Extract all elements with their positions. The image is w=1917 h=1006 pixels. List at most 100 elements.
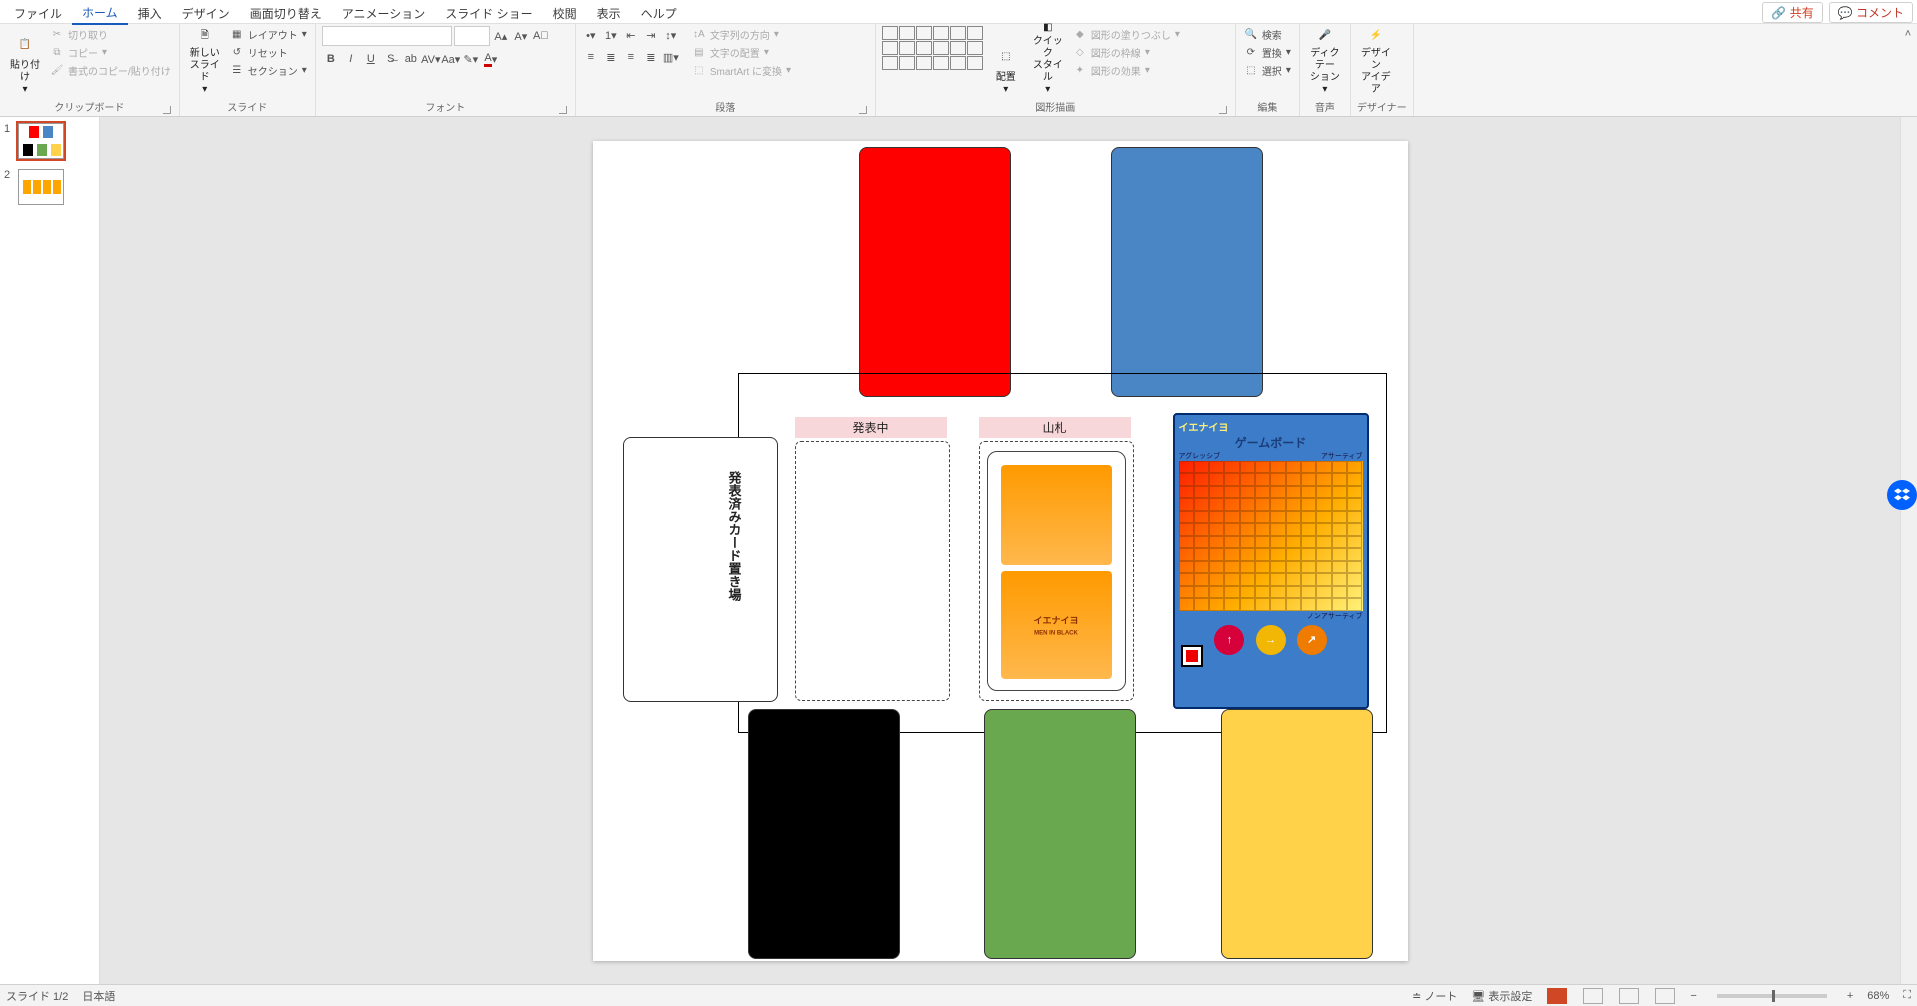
collapse-ribbon-button[interactable]: ˄ <box>1905 28 1911 40</box>
thumbnail-pane[interactable]: 1 2 <box>0 117 100 984</box>
shape-gallery[interactable] <box>882 26 983 70</box>
select-icon: ⬚ <box>1244 64 1258 78</box>
group-clipboard: 📋 貼り付け ▾ ✂切り取り ⧉コピー ▾ 🖌書式のコピー/貼り付け クリップボ… <box>0 24 180 116</box>
tab-insert[interactable]: 挿入 <box>128 2 172 24</box>
reset-button[interactable]: ↺リセット <box>228 44 309 61</box>
text-direction-button[interactable]: ↕A文字列の方向 ▾ <box>690 26 793 43</box>
tab-review[interactable]: 校閲 <box>543 2 587 24</box>
fit-button[interactable]: ⛶ <box>1903 989 1911 1002</box>
new-slide-label: 新しい スライド <box>186 48 224 84</box>
game-board[interactable]: イエナイヨ ゲームボード アグレッシブアサーティブ <box>1173 413 1369 709</box>
new-slide-button[interactable]: 🗎 新しい スライド ▾ <box>186 26 224 96</box>
justify-button[interactable]: ≣ <box>642 48 660 66</box>
vertical-scrollbar[interactable] <box>1900 117 1917 984</box>
view-reading-button[interactable] <box>1619 988 1639 1004</box>
design-ideas-button[interactable]: ⚡デザイン アイデア <box>1357 26 1395 96</box>
board-btn-diag[interactable]: ↗ <box>1297 625 1327 655</box>
tab-help[interactable]: ヘルプ <box>631 2 687 24</box>
view-slideshow-button[interactable] <box>1655 988 1675 1004</box>
copy-button[interactable]: ⧉コピー ▾ <box>48 44 173 61</box>
dictate-button[interactable]: 🎤ディクテー ション ▾ <box>1306 26 1344 96</box>
italic-button[interactable]: I <box>342 50 360 68</box>
cut-button[interactable]: ✂切り取り <box>48 26 173 43</box>
player-card-red[interactable] <box>859 147 1011 397</box>
paste-button[interactable]: 📋 貼り付け ▾ <box>6 26 44 96</box>
board-btn-right[interactable]: → <box>1256 625 1286 655</box>
player-card-black[interactable] <box>748 709 900 959</box>
group-editing: 🔍検索 ⟳置換 ▾ ⬚選択 ▾ 編集 <box>1236 24 1300 116</box>
notes-button[interactable]: ≐ ノート <box>1412 988 1457 1004</box>
discard-zone[interactable] <box>623 437 778 702</box>
clear-format-button[interactable]: A⃠ <box>532 27 550 45</box>
align-right-button[interactable]: ≡ <box>622 48 640 66</box>
underline-button[interactable]: U <box>362 50 380 68</box>
shape-fill-button[interactable]: ◆図形の塗りつぶし ▾ <box>1071 26 1182 43</box>
shape-outline-button[interactable]: ◇図形の枠線 ▾ <box>1071 44 1182 61</box>
zoom-level[interactable]: 68% <box>1867 990 1889 1002</box>
thumbnail-1[interactable]: 1 <box>4 123 95 159</box>
zoom-in-button[interactable]: + <box>1847 990 1853 1002</box>
font-name-input[interactable] <box>322 26 452 46</box>
shape-effects-button[interactable]: ✦図形の効果 ▾ <box>1071 62 1182 79</box>
outdent-button[interactable]: ⇤ <box>622 26 640 44</box>
board-btn-up[interactable]: ↑ <box>1214 625 1244 655</box>
deck-card-top[interactable] <box>1001 465 1112 565</box>
increase-font-button[interactable]: A▴ <box>492 27 510 45</box>
decrease-font-button[interactable]: A▾ <box>512 27 530 45</box>
bold-button[interactable]: B <box>322 50 340 68</box>
columns-button[interactable]: ▥▾ <box>662 48 680 66</box>
replace-button[interactable]: ⟳置換 ▾ <box>1242 44 1293 61</box>
player-card-blue[interactable] <box>1111 147 1263 397</box>
text-align-button[interactable]: ▤文字の配置 ▾ <box>690 44 793 61</box>
share-button[interactable]: 🔗 共有 <box>1762 2 1822 23</box>
slide-canvas[interactable]: 発表済みカード置き場 発表中 山札 イエナイヨMEN IN BLACK イエナイ… <box>593 141 1408 961</box>
present-zone[interactable] <box>795 441 950 701</box>
highlight-button[interactable]: ✎▾ <box>462 50 480 68</box>
case-button[interactable]: Aa▾ <box>442 50 460 68</box>
align-center-button[interactable]: ≣ <box>602 48 620 66</box>
clipboard-launcher[interactable] <box>163 106 171 114</box>
thumbnail-2[interactable]: 2 <box>4 169 95 205</box>
select-button[interactable]: ⬚選択 ▾ <box>1242 62 1293 79</box>
line-spacing-button[interactable]: ↕▾ <box>662 26 680 44</box>
layout-button[interactable]: ▦レイアウト ▾ <box>228 26 309 43</box>
player-card-yellow[interactable] <box>1221 709 1373 959</box>
tab-slideshow[interactable]: スライド ショー <box>435 2 542 24</box>
numbering-button[interactable]: 1▾ <box>602 26 620 44</box>
indent-button[interactable]: ⇥ <box>642 26 660 44</box>
font-launcher[interactable] <box>559 106 567 114</box>
view-sorter-button[interactable] <box>1583 988 1603 1004</box>
zoom-out-button[interactable]: − <box>1690 990 1696 1002</box>
shadow-button[interactable]: ab <box>402 50 420 68</box>
tab-design[interactable]: デザイン <box>172 2 240 24</box>
bullets-button[interactable]: •▾ <box>582 26 600 44</box>
smartart-button[interactable]: ⬚SmartArt に変換 ▾ <box>690 62 793 79</box>
quick-styles-button[interactable]: ◧クイック スタイル ▾ <box>1029 26 1067 96</box>
display-settings-button[interactable]: 🖥 表示設定 <box>1471 988 1532 1004</box>
deck-card-bottom[interactable]: イエナイヨMEN IN BLACK <box>1001 571 1112 679</box>
strike-button[interactable]: S̶ <box>382 50 400 68</box>
section-button[interactable]: ☰セクション ▾ <box>228 62 309 79</box>
tab-view[interactable]: 表示 <box>587 2 631 24</box>
font-color-button[interactable]: A▾ <box>482 50 500 68</box>
tab-transitions[interactable]: 画面切り替え <box>240 2 332 24</box>
tab-animations[interactable]: アニメーション <box>332 2 436 24</box>
view-normal-button[interactable] <box>1547 988 1567 1004</box>
zoom-slider[interactable] <box>1717 994 1827 998</box>
format-painter-button[interactable]: 🖌書式のコピー/貼り付け <box>48 62 173 79</box>
find-button[interactable]: 🔍検索 <box>1242 26 1293 43</box>
char-space-button[interactable]: AV▾ <box>422 50 440 68</box>
slide-indicator[interactable]: スライド 1/2 <box>6 988 68 1004</box>
dropbox-badge[interactable] <box>1887 480 1917 510</box>
player-card-green[interactable] <box>984 709 1136 959</box>
drawing-launcher[interactable] <box>1219 106 1227 114</box>
tab-file[interactable]: ファイル <box>4 2 72 24</box>
comment-button[interactable]: 💬 コメント <box>1829 2 1913 23</box>
paragraph-launcher[interactable] <box>859 106 867 114</box>
align-left-button[interactable]: ≡ <box>582 48 600 66</box>
font-size-input[interactable] <box>454 26 490 46</box>
arrange-button[interactable]: ⬚配置 ▾ <box>987 26 1025 96</box>
slide-area[interactable]: 発表済みカード置き場 発表中 山札 イエナイヨMEN IN BLACK イエナイ… <box>100 117 1900 984</box>
language-indicator[interactable]: 日本語 <box>82 988 115 1004</box>
tab-home[interactable]: ホーム <box>72 1 128 25</box>
